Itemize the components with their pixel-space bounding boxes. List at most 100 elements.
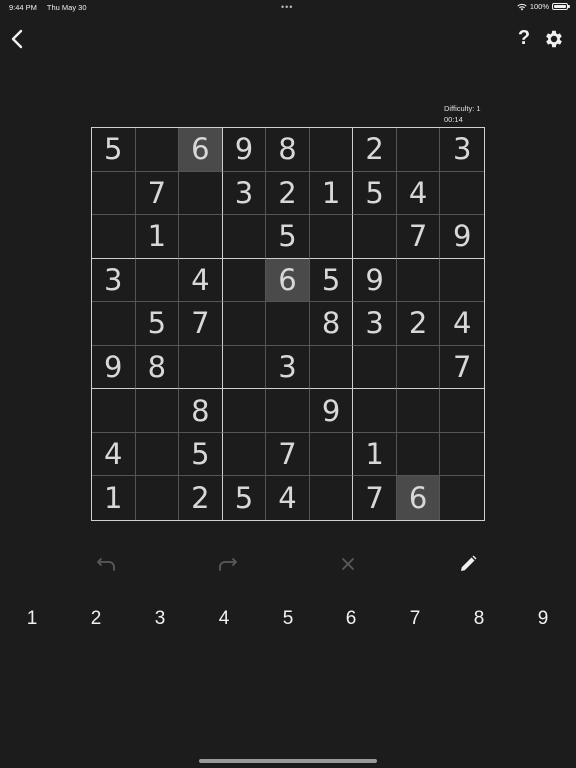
board-cell-r2c8[interactable]: 4 [396,171,441,216]
difficulty-label: Difficulty: 1 [444,104,481,113]
board-cell-r4c4[interactable] [222,258,267,303]
board-cell-r4c3[interactable]: 4 [179,258,223,303]
board-cell-r3c7[interactable] [353,215,397,259]
board-cell-r6c5[interactable]: 3 [266,345,310,390]
board-cell-r5c3[interactable]: 7 [179,302,223,346]
board-cell-r1c7[interactable]: 2 [353,128,397,172]
numpad-key-2[interactable]: 2 [76,604,116,634]
board-cell-r1c1[interactable]: 5 [92,128,136,172]
board-cell-r1c4[interactable]: 9 [222,128,267,172]
board-cell-r6c1[interactable]: 9 [92,345,136,390]
help-button[interactable]: ? [515,27,533,51]
board-cell-r4c5[interactable]: 6 [266,258,310,303]
board-cell-r2c2[interactable]: 7 [135,171,180,216]
board-cell-r9c3[interactable]: 2 [179,476,223,520]
board-cell-r1c8[interactable] [396,128,441,172]
board-cell-r3c2[interactable]: 1 [135,215,180,259]
numpad-key-1[interactable]: 1 [12,604,52,634]
board-cell-r8c4[interactable] [222,432,267,477]
board-cell-r7c8[interactable] [396,389,441,433]
board-cell-r5c6[interactable]: 8 [309,302,354,346]
pencil-button[interactable] [456,552,480,576]
board-cell-r7c6[interactable]: 9 [309,389,354,433]
board-cell-r9c1[interactable]: 1 [92,476,136,520]
board-cell-r8c8[interactable] [396,432,441,477]
board-cell-r1c3[interactable]: 6 [179,128,223,172]
numpad-key-3[interactable]: 3 [140,604,180,634]
numpad-key-9[interactable]: 9 [523,604,563,634]
board-cell-r4c6[interactable]: 5 [309,258,354,303]
board-cell-r5c1[interactable] [92,302,136,346]
board-cell-r5c8[interactable]: 2 [396,302,441,346]
board-cell-r7c3[interactable]: 8 [179,389,223,433]
board-cell-r3c3[interactable] [179,215,223,259]
board-cell-r8c9[interactable] [440,433,484,477]
numpad-key-8[interactable]: 8 [459,604,499,634]
board-cell-r1c2[interactable] [135,128,180,172]
board-cell-r7c7[interactable] [353,389,397,433]
board-cell-r3c9[interactable]: 9 [440,215,484,259]
board-cell-r7c1[interactable] [92,389,136,433]
board-cell-r3c1[interactable] [92,215,136,259]
board-cell-r6c4[interactable] [222,345,267,390]
board-cell-r9c8[interactable]: 6 [396,476,441,520]
board-cell-r6c9[interactable]: 7 [440,346,484,390]
board-cell-r2c7[interactable]: 5 [353,171,397,216]
board-cell-r7c2[interactable] [135,389,180,433]
numpad-key-5[interactable]: 5 [268,604,308,634]
board-cell-r1c5[interactable]: 8 [266,128,310,172]
board-cell-r2c4[interactable]: 3 [222,171,267,216]
board-cell-r6c6[interactable] [309,345,354,390]
board-cell-r2c6[interactable]: 1 [309,171,354,216]
board-cell-r3c6[interactable] [309,215,354,259]
board-cell-r4c1[interactable]: 3 [92,258,136,303]
board-cell-r1c6[interactable] [309,128,354,172]
numpad-key-6[interactable]: 6 [331,604,371,634]
numpad-key-4[interactable]: 4 [204,604,244,634]
board-cell-r9c2[interactable] [136,476,180,520]
erase-button[interactable] [336,552,360,576]
board-cell-r9c7[interactable]: 7 [353,476,397,520]
board-cell-r8c3[interactable]: 5 [179,432,223,477]
board-cell-r2c9[interactable] [440,172,484,216]
board-cell-r3c5[interactable]: 5 [266,215,310,259]
undo-button[interactable] [95,552,119,576]
board-cell-r6c3[interactable] [179,345,223,390]
numpad-key-7[interactable]: 7 [395,604,435,634]
back-button[interactable] [8,28,28,50]
board-cell-r4c2[interactable] [135,258,180,303]
board-cell-r9c5[interactable]: 4 [266,476,310,520]
board-cell-r5c4[interactable] [222,302,267,346]
board-cell-r8c7[interactable]: 1 [353,432,397,477]
board-cell-r5c9[interactable]: 4 [440,302,484,346]
board-cell-r4c8[interactable] [396,258,441,303]
board-cell-r8c1[interactable]: 4 [92,432,136,477]
board-cell-r6c7[interactable] [353,345,397,390]
board-cell-r3c8[interactable]: 7 [396,215,441,259]
board-cell-r9c9[interactable] [440,476,484,520]
multitasking-dots[interactable]: ••• [281,2,293,12]
board-cell-r5c5[interactable] [266,302,310,346]
board-cell-r7c9[interactable] [440,389,484,433]
board-cell-r9c4[interactable]: 5 [223,476,267,520]
board-cell-r8c5[interactable]: 7 [266,432,310,477]
board-cell-r7c4[interactable] [222,389,267,433]
board-cell-r2c5[interactable]: 2 [266,171,310,216]
board-cell-r1c9[interactable]: 3 [440,128,484,172]
board-cell-r8c2[interactable] [135,432,180,477]
board-cell-r5c2[interactable]: 5 [135,302,180,346]
settings-button[interactable] [543,28,565,50]
board-cell-r7c5[interactable] [266,389,310,433]
redo-button[interactable] [215,552,239,576]
board-cell-r3c4[interactable] [222,215,267,259]
board-cell-r4c9[interactable] [440,259,484,303]
board-cell-r6c8[interactable] [396,345,441,390]
board-cell-r5c7[interactable]: 3 [353,302,397,346]
home-indicator[interactable] [199,759,377,763]
board-cell-r8c6[interactable] [309,432,354,477]
board-cell-r4c7[interactable]: 9 [353,258,397,303]
board-cell-r6c2[interactable]: 8 [135,345,180,390]
board-cell-r9c6[interactable] [310,476,354,520]
board-cell-r2c3[interactable] [179,171,223,216]
board-cell-r2c1[interactable] [92,171,136,216]
